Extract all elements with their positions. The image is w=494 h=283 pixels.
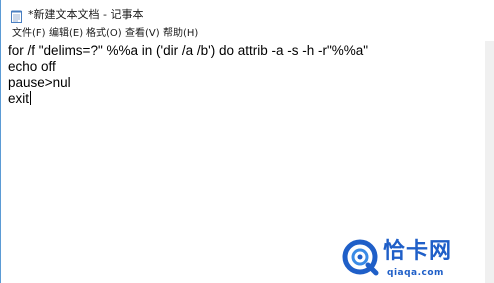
site-watermark: 恰卡网 qiaqa.com: [341, 238, 493, 282]
notepad-icon: [11, 8, 22, 23]
menu-edit[interactable]: 编辑(E): [48, 28, 84, 40]
menu-format[interactable]: 格式(O): [85, 28, 123, 40]
menu-file[interactable]: 文件(F): [11, 28, 47, 40]
editor-line-text: exit: [8, 91, 30, 106]
notepad-window: *新建文本文档 - 记事本 文件(F) 编辑(E) 格式(O) 查看(V) 帮助…: [0, 0, 494, 283]
menu-view[interactable]: 查看(V): [124, 28, 161, 40]
text-caret: [30, 91, 32, 105]
watermark-subtitle: qiaqa.com: [387, 268, 444, 278]
window-title: *新建文本文档 - 记事本: [28, 8, 144, 21]
menu-bar: 文件(F) 编辑(E) 格式(O) 查看(V) 帮助(H): [2, 26, 494, 41]
editor-line: for /f "delims=?" %%a in ('dir /a /b') d…: [8, 43, 369, 58]
editor-line: pause>nul: [8, 75, 71, 90]
editor-line: echo off: [8, 59, 56, 74]
watermark-title: 恰卡网: [383, 239, 453, 264]
title-bar[interactable]: *新建文本文档 - 记事本: [2, 0, 494, 26]
menu-help[interactable]: 帮助(H): [162, 28, 199, 40]
qiaqa-logo-icon: [341, 238, 379, 276]
editor-line-last: exit: [8, 91, 32, 107]
